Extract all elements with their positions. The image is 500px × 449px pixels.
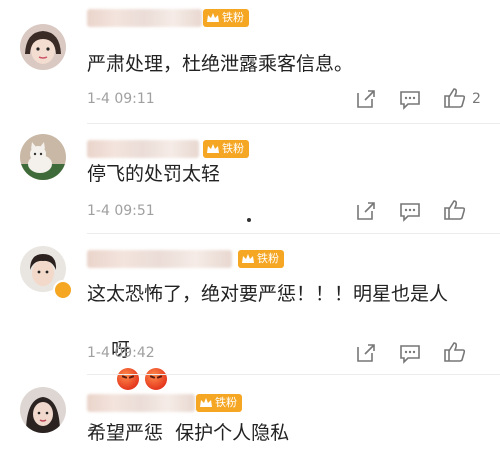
comment-time: 1-4 09:42 [87,345,155,361]
avatar-woman-icon[interactable] [20,387,66,433]
fan-badge-label: 铁粉 [222,11,244,24]
like-icon[interactable] [443,340,467,364]
fan-badge-label: 铁粉 [222,142,244,155]
comment-text-line1: 这太恐怖了，绝对要严惩！！！明星也是人 [87,283,449,305]
avatar-cat-icon[interactable] [20,134,66,180]
comment-item: 铁粉 这太恐怖了，绝对要严惩！！！明星也是人 呀 1-4 09:42 [0,234,500,390]
stray-dot [247,218,251,222]
like-icon[interactable] [443,198,467,222]
like-count: 2 [472,91,481,107]
verified-badge-icon [53,280,73,300]
comment-text: 严肃处理，杜绝泄露乘客信息。 [87,53,354,75]
username-blurred[interactable] [87,140,199,158]
comment-text: 停飞的处罚太轻 [87,163,221,185]
share-icon[interactable] [355,200,377,222]
share-icon[interactable] [355,88,377,110]
fan-badge-label: 铁粉 [257,252,279,265]
comment-text: 希望严惩 保护个人隐私 [87,422,290,444]
fan-badge-label: 铁粉 [215,396,237,409]
comment-time: 1-4 09:11 [87,91,155,107]
crown-icon [242,254,254,263]
fan-badge: 铁粉 [196,394,242,412]
username-blurred[interactable] [87,9,202,27]
crown-icon [207,13,219,22]
fan-badge: 铁粉 [238,250,284,268]
username-blurred[interactable] [87,394,195,412]
comment-icon[interactable] [399,342,421,364]
crown-icon [200,398,212,407]
avatar-girl-icon[interactable] [20,24,66,70]
fan-badge: 铁粉 [203,140,249,158]
crown-icon [207,144,219,153]
share-icon[interactable] [355,342,377,364]
username-blurred[interactable] [87,250,232,268]
comment-time: 1-4 09:51 [87,203,155,219]
comment-icon[interactable] [399,200,421,222]
like-icon[interactable] [443,86,467,110]
comment-item: 铁粉 希望严惩 保护个人隐私 [0,375,500,449]
fan-badge: 铁粉 [203,9,249,27]
comment-icon[interactable] [399,88,421,110]
comment-item: 铁粉 严肃处理，杜绝泄露乘客信息。 1-4 09:11 2 [0,0,500,124]
